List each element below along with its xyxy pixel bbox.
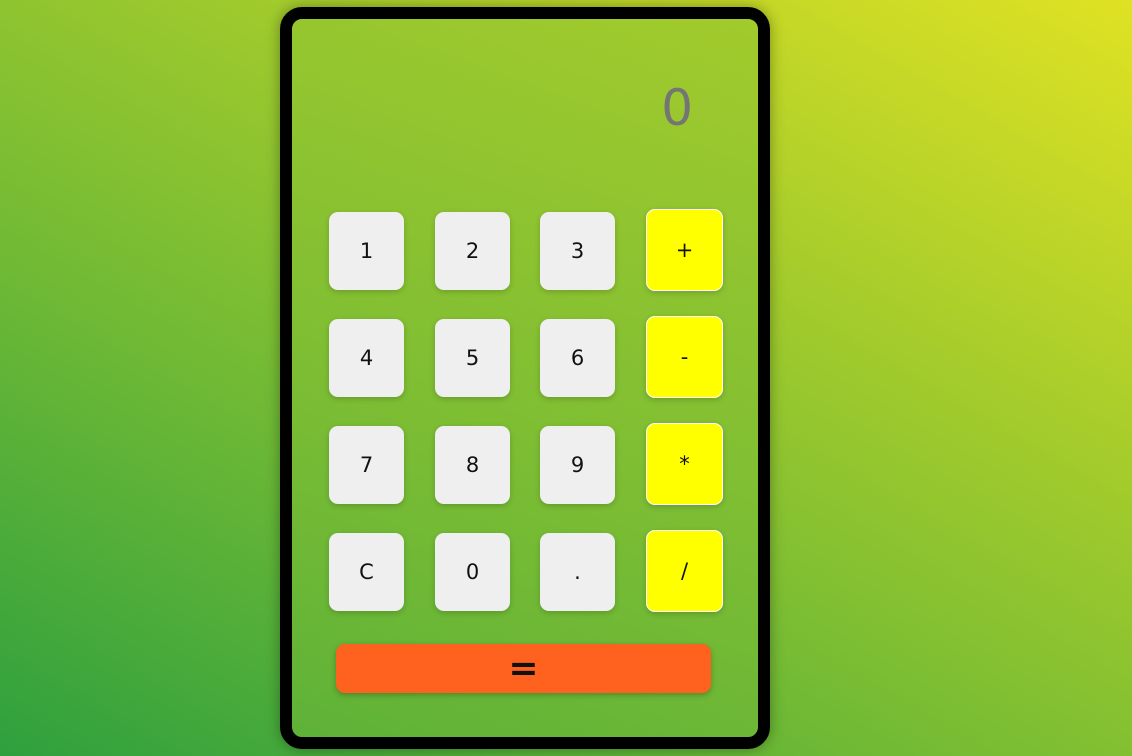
key-3[interactable]: 3 [540, 212, 615, 290]
key-1[interactable]: 1 [329, 212, 404, 290]
key-multiply[interactable]: * [646, 423, 723, 505]
key-2[interactable]: 2 [435, 212, 510, 290]
key-divide[interactable]: / [646, 530, 723, 612]
key-clear[interactable]: C [329, 533, 404, 611]
key-decimal[interactable]: . [540, 533, 615, 611]
key-8[interactable]: 8 [435, 426, 510, 504]
key-9[interactable]: 9 [540, 426, 615, 504]
key-equals[interactable]: = [336, 644, 711, 693]
key-4[interactable]: 4 [329, 319, 404, 397]
key-5[interactable]: 5 [435, 319, 510, 397]
key-0[interactable]: 0 [435, 533, 510, 611]
key-plus[interactable]: + [646, 209, 723, 291]
calculator: 0 1 2 3 + 4 5 6 - 7 8 9 * C 0 . / = [280, 7, 770, 749]
key-6[interactable]: 6 [540, 319, 615, 397]
key-7[interactable]: 7 [329, 426, 404, 504]
key-minus[interactable]: - [646, 316, 723, 398]
calculator-display: 0 [661, 79, 694, 137]
